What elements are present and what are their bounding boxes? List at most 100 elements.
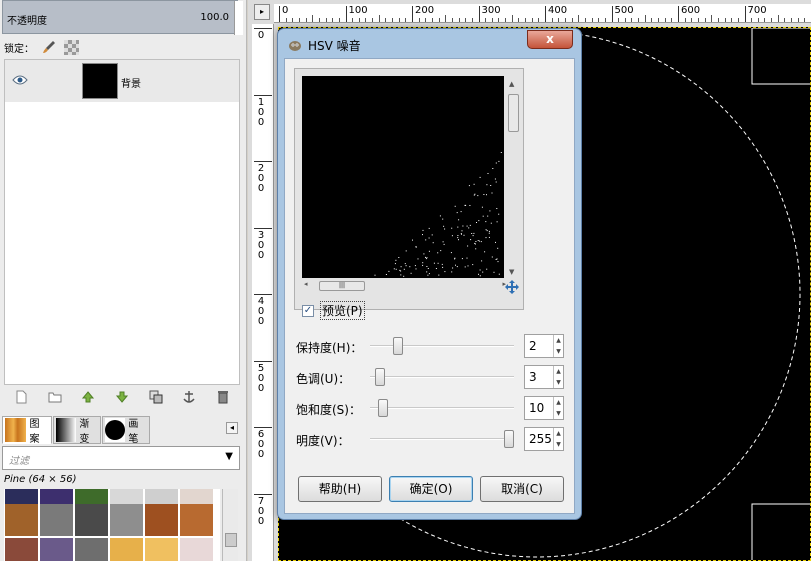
pattern-swatch[interactable]: [5, 504, 38, 536]
pattern-swatch[interactable]: [40, 504, 73, 536]
noise-dot: [442, 218, 444, 220]
holdness-track[interactable]: [370, 345, 514, 347]
noise-dot: [456, 266, 458, 268]
scrollbar-thumb[interactable]: [225, 533, 237, 547]
value-spinbox[interactable]: 255 ▲ ▼: [524, 427, 564, 451]
ok-button[interactable]: 确定(O): [389, 476, 473, 502]
new-layer-icon[interactable]: [14, 390, 28, 404]
quick-mask-toggle[interactable]: ▸: [254, 4, 270, 20]
new-group-icon[interactable]: [48, 390, 62, 404]
close-button[interactable]: x: [527, 30, 573, 49]
hue-spinbox[interactable]: 3 ▲ ▼: [524, 365, 564, 389]
pattern-swatch[interactable]: [180, 504, 213, 536]
noise-dot: [489, 210, 491, 212]
noise-dot: [462, 225, 464, 227]
noise-dot: [409, 266, 411, 268]
pattern-swatch[interactable]: [145, 538, 178, 561]
pattern-tab-icon: [5, 418, 27, 442]
noise-dot: [471, 233, 473, 234]
lock-alpha-icon[interactable]: [64, 39, 79, 55]
preview-checkbox[interactable]: ✓: [302, 304, 314, 317]
noise-dot: [425, 239, 427, 241]
noise-dot: [417, 258, 419, 260]
raise-layer-icon[interactable]: [81, 390, 95, 404]
opacity-control[interactable]: 不透明度 100.0: [2, 0, 243, 35]
delete-layer-icon[interactable]: [216, 390, 230, 404]
tab-patterns[interactable]: 图案: [2, 416, 52, 445]
spin-arrows-icon[interactable]: ▲ ▼: [553, 335, 563, 357]
lower-layer-icon[interactable]: [115, 390, 129, 404]
ruler-tick: [412, 6, 413, 22]
noise-dot: [427, 268, 429, 269]
ruler-minor-tick: [584, 18, 586, 22]
pattern-swatch[interactable]: [145, 504, 178, 536]
noise-dot: [457, 237, 459, 239]
tab-gradients[interactable]: 渐变: [53, 416, 101, 445]
tab-brushes[interactable]: 画笔: [102, 416, 150, 445]
anchor-layer-icon[interactable]: [182, 390, 196, 404]
saturation-spinbox[interactable]: 10 ▲ ▼: [524, 396, 564, 420]
pattern-swatch[interactable]: [5, 538, 38, 561]
scroll-down-icon[interactable]: ▼: [509, 268, 514, 276]
pattern-swatch[interactable]: [40, 538, 73, 561]
pattern-scrollbar[interactable]: [222, 489, 238, 561]
value-track[interactable]: [370, 438, 514, 440]
noise-dot: [461, 258, 463, 260]
ruler-minor-tick: [591, 18, 593, 22]
ruler-minor-tick: [578, 15, 580, 22]
tab-menu-icon[interactable]: ◂: [226, 422, 238, 434]
cancel-button[interactable]: 取消(C): [480, 476, 564, 502]
noise-dot: [472, 264, 474, 266]
noise-dot: [451, 227, 453, 229]
scroll-left-icon[interactable]: ◂: [304, 280, 308, 288]
duplicate-layer-icon[interactable]: [149, 390, 163, 404]
pattern-swatch[interactable]: [180, 538, 213, 561]
value-slider[interactable]: [504, 430, 514, 448]
value-slider-row: 明度(V)： 255 ▲ ▼: [290, 427, 570, 451]
lock-pixels-icon[interactable]: [42, 40, 56, 54]
hue-track[interactable]: [370, 376, 514, 378]
navigate-icon[interactable]: [505, 280, 519, 294]
holdness-slider[interactable]: [392, 337, 403, 355]
chevron-down-icon[interactable]: ▼: [225, 451, 233, 462]
opacity-spinner[interactable]: [234, 1, 243, 35]
preview-toggle[interactable]: ✓ 预览(P): [302, 301, 365, 320]
preview-vscrollbar[interactable]: ▲ ▼: [507, 78, 520, 276]
pattern-swatch[interactable]: [75, 504, 108, 536]
pattern-swatch[interactable]: [110, 538, 143, 561]
ruler-minor-tick: [438, 18, 440, 22]
noise-dot: [435, 268, 437, 269]
ruler-tick-label: 400: [548, 5, 568, 16]
ruler-minor-tick: [797, 18, 799, 22]
spin-arrows-icon[interactable]: ▲ ▼: [553, 397, 563, 419]
scroll-up-icon[interactable]: ▲: [509, 80, 514, 88]
pattern-swatch[interactable]: [75, 538, 108, 561]
noise-dot: [458, 239, 459, 241]
help-button[interactable]: 帮助(H): [298, 476, 382, 502]
saturation-slider[interactable]: [378, 399, 389, 417]
spin-arrows-icon[interactable]: ▲ ▼: [553, 428, 563, 450]
saturation-track[interactable]: [370, 407, 514, 409]
ruler-tick: [254, 227, 272, 229]
gradient-tab-icon: [56, 418, 77, 442]
ruler-minor-tick: [551, 18, 553, 22]
hue-slider[interactable]: [375, 368, 386, 386]
preview-hscrollbar[interactable]: ◂ ||| ▸: [302, 280, 506, 292]
layer-row[interactable]: 背景: [5, 60, 239, 102]
noise-dot: [415, 246, 417, 248]
eye-icon[interactable]: [12, 74, 28, 86]
ruler-minor-tick: [717, 18, 719, 22]
scrollbar-thumb[interactable]: |||: [319, 281, 365, 291]
vertical-ruler[interactable]: 0 100 200 300 400 500 600 700: [252, 24, 274, 561]
pattern-swatch[interactable]: [110, 504, 143, 536]
spin-arrows-icon[interactable]: ▲ ▼: [553, 366, 563, 388]
filter-input[interactable]: 过滤 ▼: [2, 446, 240, 470]
noise-dot: [473, 183, 475, 185]
saturation-slider-row: 饱和度(S)： 10 ▲ ▼: [290, 396, 570, 420]
noise-dot: [479, 269, 481, 271]
holdness-spinbox[interactable]: 2 ▲ ▼: [524, 334, 564, 358]
horizontal-ruler[interactable]: 0 100 200 300 400 500 600 700: [274, 4, 811, 23]
noise-dot: [496, 258, 498, 260]
scrollbar-thumb[interactable]: [508, 94, 519, 132]
tab-gradients-label: 渐变: [79, 419, 90, 445]
